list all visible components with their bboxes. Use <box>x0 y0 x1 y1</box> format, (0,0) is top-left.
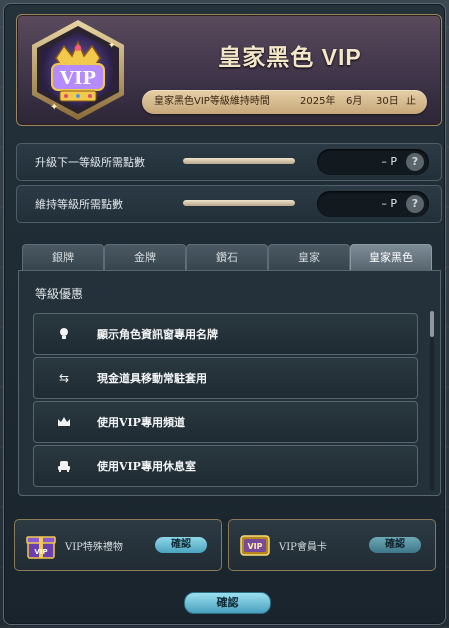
maintain-suffix: 止 <box>406 96 416 107</box>
vip-gift-box-icon: VIP <box>26 536 56 559</box>
upgrade-points-label: 升級下一等級所需點數 <box>35 156 145 169</box>
vip-badge-icon: VIP ✦ ✦ <box>32 20 124 120</box>
maintain-period-banner: 皇家黑色VIP等級維持時間 2025年 6月 30日 止 <box>142 90 427 114</box>
maintain-progress-bar <box>183 200 295 206</box>
vip-member-card-icon: VIP <box>240 535 270 556</box>
vip-member-card-confirm-button[interactable]: 確認 <box>369 537 421 553</box>
svg-text:✦: ✦ <box>108 41 116 51</box>
benefit-item: 使用VIP專用休息室 <box>33 445 418 487</box>
tab-royal-black[interactable]: 皇家黑色 <box>350 244 432 271</box>
benefits-panel: 等級優惠 顯示角色資訊窗專用名牌 ⇆ 現金道具移動常駐套用 使用VIP專用頻道 … <box>18 270 441 496</box>
vip-gift-card: VIP VIP特殊禮物 確認 <box>14 519 222 571</box>
benefit-label: 顯示角色資訊窗專用名牌 <box>97 328 218 341</box>
confirm-button[interactable]: 確認 <box>184 592 271 614</box>
upgrade-points-value-box: – P ? <box>317 149 429 175</box>
tab-diamond[interactable]: 鑽石 <box>186 244 268 271</box>
benefits-scrollbar[interactable] <box>430 311 434 491</box>
upgrade-points-row: 升級下一等級所需點數 – P ? <box>16 143 442 181</box>
vip-gift-label: VIP特殊禮物 <box>65 542 123 553</box>
svg-text:VIP: VIP <box>247 542 262 551</box>
maintain-month: 6月 <box>346 96 363 107</box>
tab-silver[interactable]: 銀牌 <box>22 244 104 271</box>
maintain-points-value: – P <box>381 197 397 210</box>
maintain-points-row: 維持等級所需點數 – P ? <box>16 185 442 223</box>
maintain-year: 2025年 <box>300 96 336 107</box>
maintain-day: 30日 <box>376 96 399 107</box>
vip-dialog: VIP ✦ ✦ 皇家黑色 VIP 皇家黑色VIP等級維持時間 2025年 6月 … <box>3 3 446 625</box>
swap-arrows-icon: ⇆ <box>58 371 70 385</box>
svg-text:✦: ✦ <box>50 102 58 113</box>
help-icon[interactable]: ? <box>406 153 424 171</box>
vip-badge-text: VIP <box>59 68 96 89</box>
maintain-points-value-box: – P ? <box>317 191 429 217</box>
vip-member-card: VIP VIP會員卡 確認 <box>228 519 436 571</box>
crown-icon <box>56 414 72 430</box>
benefit-label: 使用VIP專用休息室 <box>97 460 196 473</box>
scrollbar-thumb[interactable] <box>430 311 434 337</box>
vip-member-card-label: VIP會員卡 <box>279 542 327 553</box>
benefit-label: 使用VIP專用頻道 <box>97 416 185 429</box>
tab-gold[interactable]: 金牌 <box>104 244 186 271</box>
benefit-label: 現金道具移動常駐套用 <box>97 372 207 385</box>
help-icon[interactable]: ? <box>406 195 424 213</box>
bulb-icon <box>56 326 72 342</box>
benefit-item: 使用VIP專用頻道 <box>33 401 418 443</box>
upgrade-progress-bar <box>183 158 295 164</box>
vip-gift-confirm-button[interactable]: 確認 <box>155 537 207 553</box>
benefit-item: 顯示角色資訊窗專用名牌 <box>33 313 418 355</box>
maintain-period-label: 皇家黑色VIP等級維持時間 <box>154 96 270 107</box>
tab-royal[interactable]: 皇家 <box>268 244 350 271</box>
page-title: 皇家黑色 VIP <box>218 44 362 70</box>
maintain-points-label: 維持等級所需點數 <box>35 198 123 211</box>
benefits-title: 等級優惠 <box>35 287 84 301</box>
svg-text:VIP: VIP <box>34 548 47 556</box>
benefit-item: ⇆ 現金道具移動常駐套用 <box>33 357 418 399</box>
upgrade-points-value: – P <box>381 155 397 168</box>
lounge-chair-icon <box>56 458 72 474</box>
